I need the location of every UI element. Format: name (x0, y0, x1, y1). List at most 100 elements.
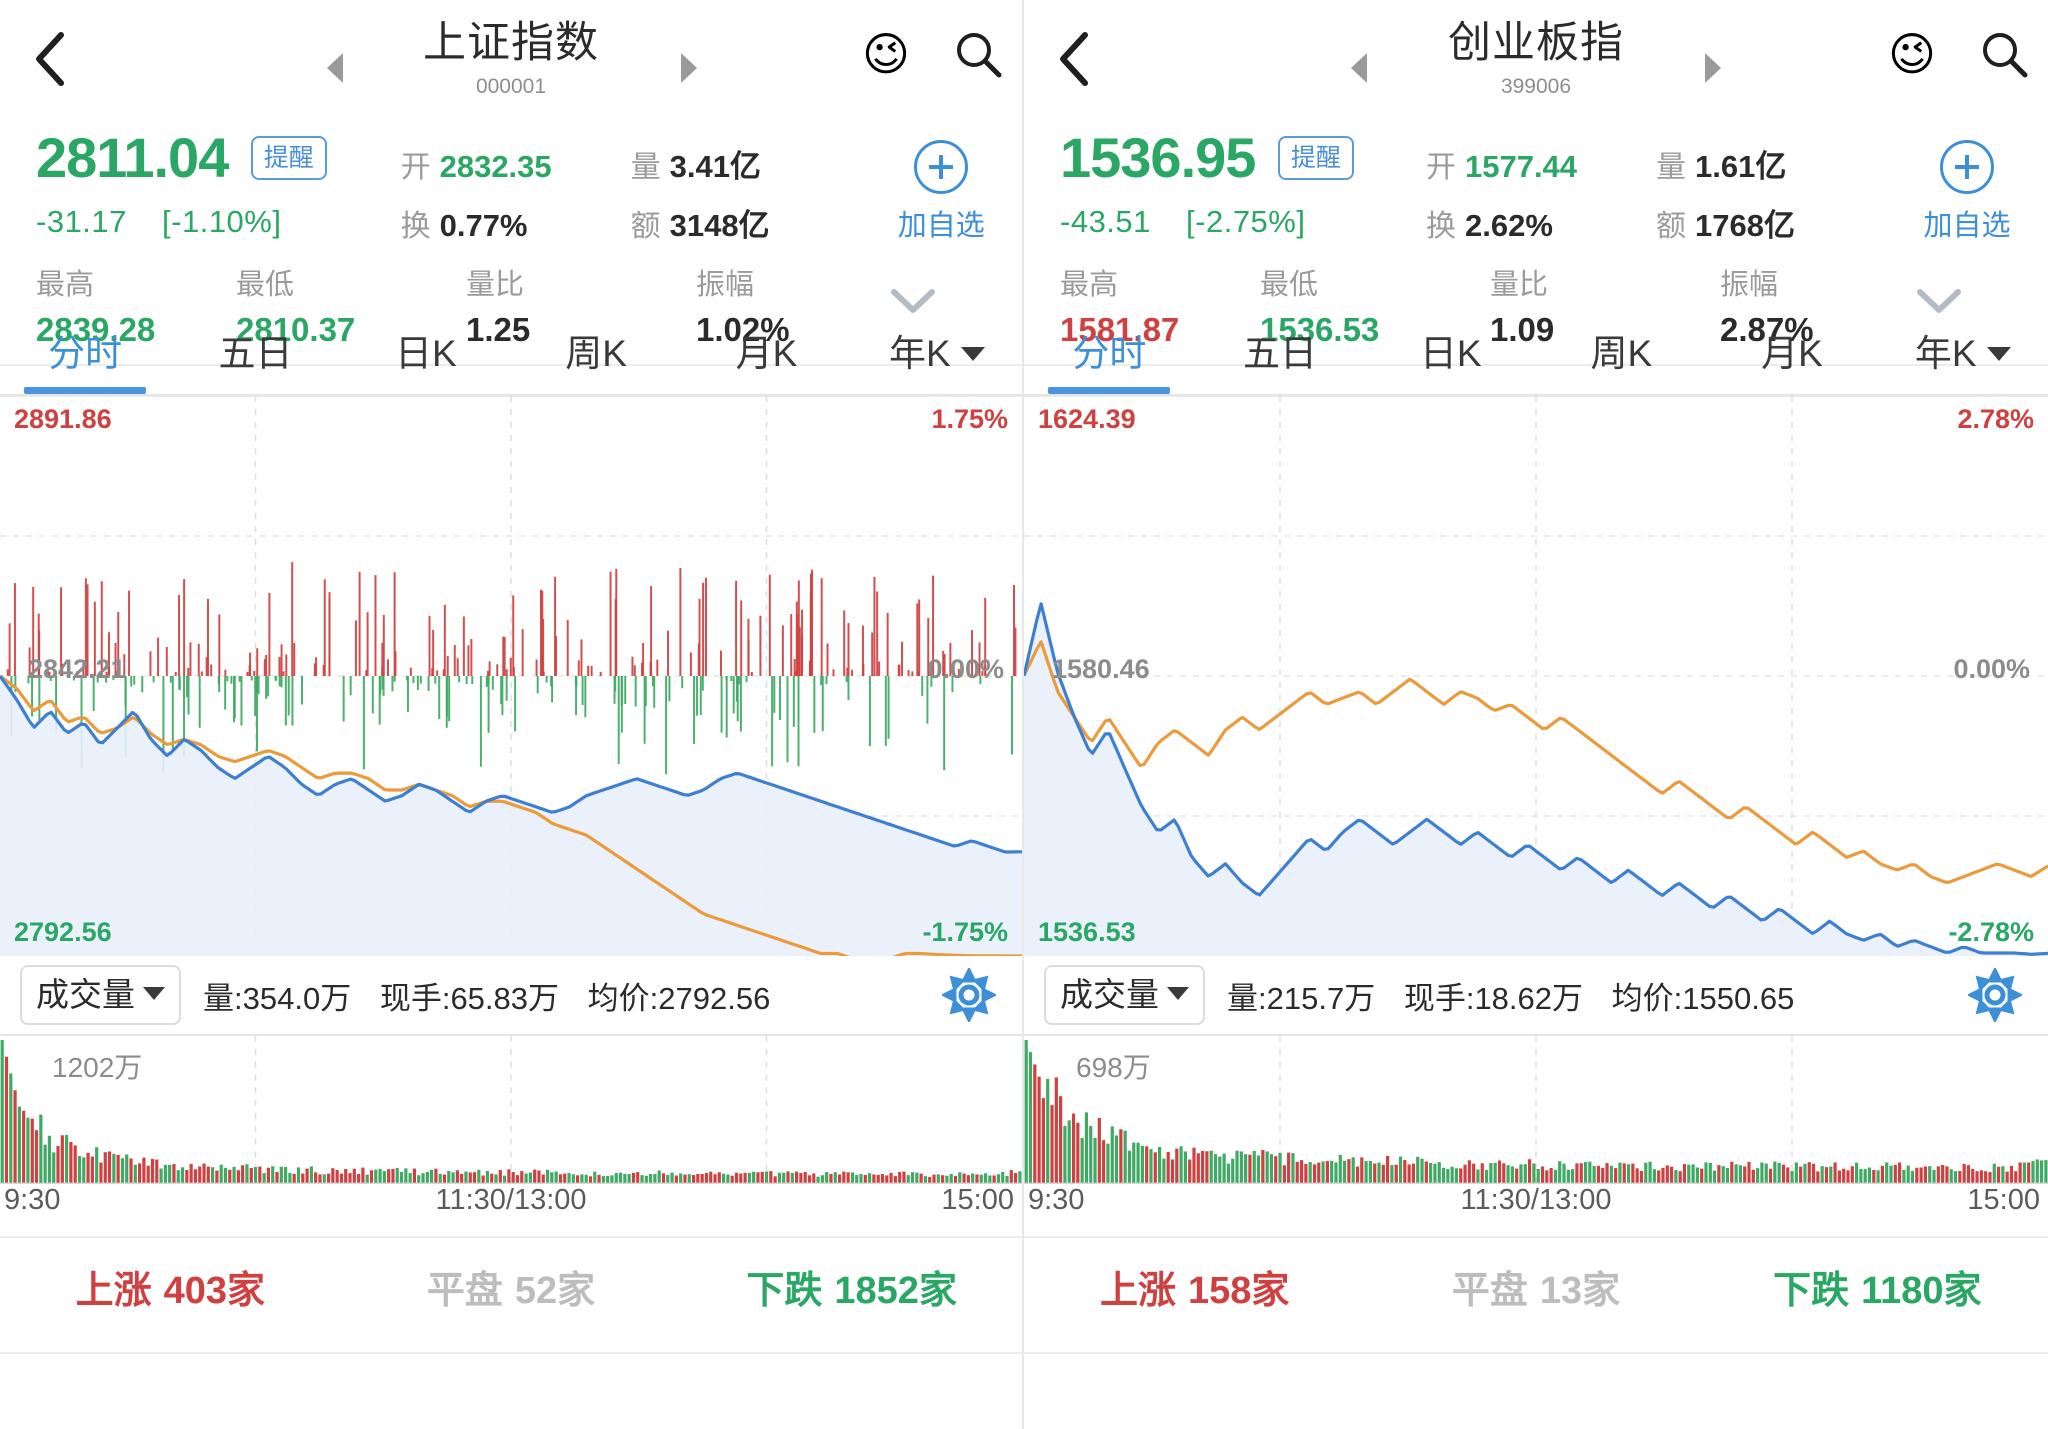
breadth-advancing: 上涨 158家 (1024, 1259, 1365, 1314)
stat-volume-ratio-label: 量比 (466, 269, 525, 301)
next-stock-button[interactable] (672, 48, 706, 88)
turnover-value: 0.77% (439, 208, 528, 243)
volume-row: 量 1.61亿 (1656, 138, 1886, 197)
chart-high-pct-label: 1.75% (931, 404, 1008, 434)
tab-five-day[interactable]: 五日 (1195, 314, 1366, 394)
price-chart-canvas (1024, 396, 2048, 956)
price-change-abs: -31.17 (36, 204, 127, 239)
indicator-select-label: 成交量 (36, 976, 135, 1013)
price-chart[interactable]: 1624.39 2.78% 1580.46 0.00% 1536.53 -2.7… (1024, 396, 2048, 956)
volume-amount-column: 量 1.61亿 额 1768亿 (1656, 138, 1886, 256)
price-alert-button[interactable]: 提醒 (1277, 136, 1354, 180)
gear-icon[interactable] (1966, 966, 2024, 1027)
amount-value: 1768亿 (1694, 208, 1795, 243)
breadth-unchanged-count: 52家 (514, 1269, 596, 1312)
volume-toolbar: 成交量 量:215.7万 现手:18.62万 均价:1550.65 (1024, 956, 2048, 1034)
chart-baseline-pct-label: 0.00% (927, 654, 1004, 684)
search-icon[interactable] (1978, 28, 2030, 80)
tab-monthly-k[interactable]: 月K (1707, 314, 1878, 394)
triangle-right-icon (1705, 53, 1721, 83)
amount-label: 额 (1655, 210, 1686, 243)
amount-row: 额 1768亿 (1656, 197, 1886, 256)
turnover-value: 2.62% (1464, 208, 1553, 243)
tab-fenshi[interactable]: 分时 (1024, 314, 1195, 394)
tab-weekly-k-label: 周K (565, 333, 627, 374)
breadth-declining-label: 下跌 (746, 1269, 823, 1312)
chart-high-pct-label: 2.78% (1957, 404, 2034, 434)
tab-fenshi[interactable]: 分时 (0, 314, 170, 394)
add-to-watchlist-label: 加自选 (1923, 210, 2011, 242)
price-alert-button[interactable]: 提醒 (250, 136, 327, 180)
add-to-watchlist-button[interactable]: 加自选 (1886, 126, 2048, 244)
indicator-select[interactable]: 成交量 (20, 965, 181, 1025)
wink-face-icon[interactable]: 😉 (1888, 26, 1936, 82)
tab-daily-k-label: 日K (1419, 333, 1482, 374)
breadth-advancing-label: 上涨 (75, 1269, 152, 1312)
tab-weekly-k[interactable]: 周K (511, 314, 681, 394)
amount-label: 额 (630, 210, 661, 243)
volume-stats: 量:354.0万 现手:65.83万 均价:2792.56 (203, 973, 790, 1018)
stat-amplitude-label: 振幅 (696, 269, 755, 301)
volume-stat-avgprice: 均价:1550.65 (1611, 980, 1795, 1016)
triangle-left-icon (327, 53, 343, 83)
tab-fenshi-label: 分时 (1072, 333, 1147, 374)
breadth-advancing-label: 上涨 (1099, 1269, 1176, 1312)
stat-amplitude-label: 振幅 (1720, 269, 1779, 301)
price-change-pct: [-2.75%] (1186, 204, 1306, 239)
chevron-down-icon (1167, 987, 1189, 1000)
volume-label: 量 (1655, 151, 1686, 184)
tab-yearly-k[interactable]: 年K (1877, 314, 2048, 394)
quote-stat-columns: 开 1577.44 换 2.62% 量 1.61亿 额 1768亿 (1426, 126, 1886, 256)
search-icon[interactable] (952, 28, 1004, 80)
price-change-row: -43.51 [-2.75%] (1060, 204, 1426, 240)
tab-daily-k-label: 日K (394, 333, 457, 374)
chart-baseline-price-label: 2842.21 (28, 654, 126, 684)
tab-monthly-k-label: 月K (1761, 333, 1823, 374)
open-row: 开 2832.35 (401, 138, 631, 197)
plus-circle-icon (1939, 140, 1994, 194)
add-to-watchlist-button[interactable]: 加自选 (861, 126, 1022, 244)
chart-baseline-price-label: 1580.46 (1052, 654, 1150, 684)
volume-stat-avgprice: 均价:2792.56 (587, 980, 771, 1016)
tab-daily-k[interactable]: 日K (1365, 314, 1536, 394)
wink-face-icon[interactable]: 😉 (862, 26, 910, 82)
breadth-unchanged-label: 平盘 (1451, 1269, 1528, 1312)
chart-low-pct-label: -2.78% (1948, 917, 2034, 947)
back-button[interactable] (14, 0, 86, 118)
tab-daily-k[interactable]: 日K (341, 314, 511, 394)
stat-high-label: 最高 (1060, 269, 1119, 301)
tab-weekly-k[interactable]: 周K (1536, 314, 1707, 394)
gear-icon[interactable] (940, 966, 998, 1027)
volume-value: 1.61亿 (1694, 149, 1787, 184)
triangle-right-icon (681, 53, 697, 83)
indicator-select-label: 成交量 (1060, 976, 1159, 1013)
chart-low-price-label: 1536.53 (1038, 917, 1136, 947)
tab-monthly-k[interactable]: 月K (681, 314, 851, 394)
quote-primary-row: 2811.04 提醒 -31.17 [-1.10%] 开 2832.35 换 0.7… (0, 126, 1022, 256)
breadth-unchanged-label: 平盘 (426, 1269, 503, 1312)
time-axis-start: 9:30 (1028, 1184, 1085, 1216)
breadth-declining: 下跌 1852家 (681, 1259, 1022, 1314)
quote-stat-columns: 开 2832.35 换 0.77% 量 3.41亿 额 3148亿 (401, 126, 861, 256)
volume-max-label: 1202万 (52, 1052, 143, 1083)
prev-stock-button[interactable] (318, 48, 352, 88)
chevron-down-icon (960, 347, 985, 361)
volume-stat-current: 现手:18.62万 (1403, 980, 1584, 1016)
next-stock-button[interactable] (1696, 48, 1730, 88)
time-axis-start: 9:30 (4, 1184, 61, 1216)
breadth-advancing: 上涨 403家 (0, 1259, 341, 1314)
breadth-declining: 下跌 1180家 (1707, 1259, 2048, 1314)
plus-circle-icon (914, 140, 969, 194)
stat-low-label: 最低 (1260, 269, 1319, 301)
bottom-divider (1024, 1352, 2048, 1354)
indicator-select[interactable]: 成交量 (1044, 965, 1205, 1025)
breadth-declining-count: 1852家 (834, 1269, 957, 1312)
market-breadth: 上涨 403家 平盘 52家 下跌 1852家 (0, 1238, 1022, 1334)
price-chart[interactable]: 2891.86 1.75% 2842.21 0.00% 2792.56 -1.7… (0, 396, 1022, 956)
volume-chart[interactable]: 698万 (1024, 1034, 2048, 1184)
back-button[interactable] (1038, 0, 1110, 118)
tab-yearly-k[interactable]: 年K (852, 314, 1022, 394)
tab-five-day[interactable]: 五日 (170, 314, 340, 394)
prev-stock-button[interactable] (1342, 48, 1376, 88)
volume-chart[interactable]: 1202万 (0, 1034, 1022, 1184)
